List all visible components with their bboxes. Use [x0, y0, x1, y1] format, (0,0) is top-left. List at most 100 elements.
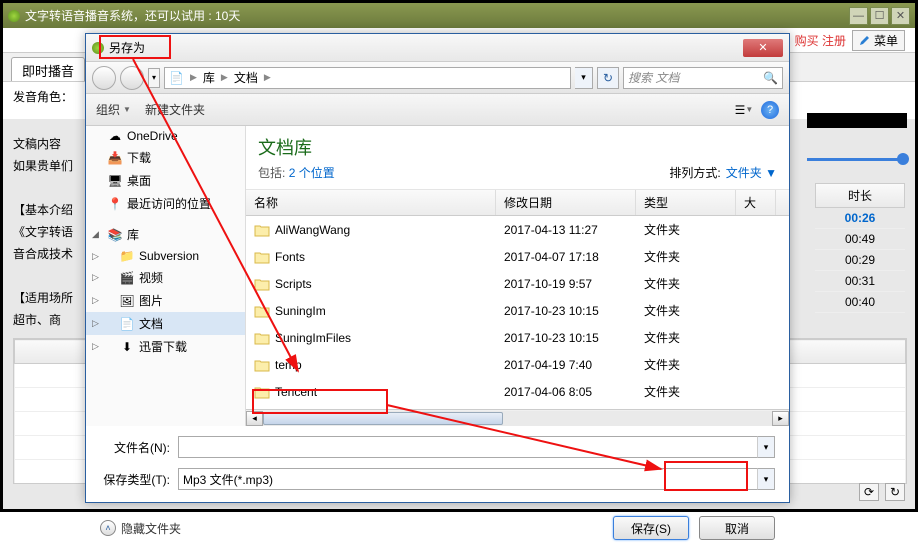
app-icon — [8, 10, 20, 22]
forward-button[interactable] — [120, 66, 144, 90]
breadcrumb[interactable]: 📄 ▶ 库 ▶ 文档 ▶ — [164, 67, 571, 89]
maximize-button[interactable]: ☐ — [870, 7, 889, 25]
back-button[interactable] — [92, 66, 116, 90]
scroll-thumb[interactable] — [263, 412, 503, 425]
sidebar-libraries[interactable]: ◢ 📚 库 — [86, 223, 245, 246]
nav-icon: 📁 — [120, 249, 134, 263]
sidebar-item[interactable]: ▷⬇迅雷下载 — [86, 335, 245, 358]
file-row[interactable]: SuningImFiles2017-10-23 10:15文件夹 — [246, 324, 789, 351]
organize-button[interactable]: 组织▼ — [96, 101, 131, 118]
nav-icon: ⬇ — [120, 340, 134, 354]
column-headers[interactable]: 名称 修改日期 类型 大 — [246, 190, 789, 216]
sidebar-item[interactable]: ▷📁Subversion — [86, 246, 245, 266]
scroll-left-button[interactable]: ◂ — [246, 411, 263, 426]
minimize-button[interactable]: — — [849, 7, 868, 25]
filename-label: 文件名(N): — [100, 439, 178, 456]
sidebar-item[interactable]: ▷🖼图片 — [86, 289, 245, 312]
sidebar-item[interactable]: ▷📄文档 — [86, 312, 245, 335]
horizontal-scrollbar[interactable]: ◂ ▸ — [246, 409, 789, 426]
file-row[interactable]: Fonts2017-04-07 17:18文件夹 — [246, 243, 789, 270]
sidebar-item[interactable]: ▷🎬视频 — [86, 266, 245, 289]
cancel-button[interactable]: 取消 — [699, 516, 775, 540]
breadcrumb-dropdown[interactable]: ▾ — [575, 67, 593, 89]
dialog-toolbar: 组织▼ 新建文件夹 ☰▼ ? — [86, 94, 789, 126]
dialog-close-button[interactable]: ✕ — [743, 39, 783, 57]
main-titlebar: 文字转语音播音系统，还可以试用 : 10天 — ☐ ✕ — [3, 3, 915, 28]
slider-thumb[interactable] — [897, 153, 909, 165]
chevron-right-icon: ▶ — [264, 72, 271, 83]
tab-instant-broadcast[interactable]: 即时播音 — [11, 57, 85, 81]
slider[interactable] — [807, 153, 907, 165]
sort-by-dropdown[interactable]: 文件夹 ▼ — [726, 164, 777, 181]
file-row[interactable]: AliWangWang2017-04-13 11:27文件夹 — [246, 216, 789, 243]
library-title: 文档库 — [258, 134, 335, 160]
filename-input[interactable] — [178, 436, 758, 458]
save-as-dialog: 另存为 ✕ ▾ 📄 ▶ 库 ▶ 文档 ▶ ▾ ↻ 搜索 文档 🔍 组织▼ 新建文… — [85, 33, 790, 503]
collapse-icon[interactable]: ◢ — [92, 229, 99, 240]
chevron-up-icon: ˄ — [100, 520, 116, 536]
filetype-select[interactable]: Mp3 文件(*.mp3) — [178, 468, 758, 490]
nav-icon: 📄 — [120, 317, 134, 331]
expand-icon[interactable]: ▷ — [92, 318, 99, 329]
folder-icon — [254, 223, 270, 237]
sidebar: ☁OneDrive📥下载🖥桌面📍最近访问的位置 ◢ 📚 库 ▷📁Subversi… — [86, 126, 246, 426]
app-title: 文字转语音播音系统，还可以试用 : 10天 — [25, 7, 240, 24]
nav-icon: 🖼 — [120, 294, 134, 308]
sidebar-item[interactable]: ☁OneDrive — [86, 126, 245, 146]
filetype-dropdown[interactable]: ▾ — [757, 468, 775, 490]
buy-register-link[interactable]: 购买 注册 — [795, 32, 846, 49]
content-text: 文稿内容 如果贵单们 【基本介绍《文字转语音合成技术 【适用场所超市、商 — [13, 133, 83, 331]
refresh-icon[interactable]: ⟳ — [859, 483, 879, 501]
file-row[interactable]: Tencent2017-04-06 8:05文件夹 — [246, 378, 789, 405]
nav-icon: 📍 — [108, 197, 122, 211]
folder-icon — [254, 331, 270, 345]
help-button[interactable]: ? — [761, 101, 779, 119]
refresh-button[interactable]: ↻ — [597, 67, 619, 89]
file-row[interactable]: SuningIm2017-10-23 10:15文件夹 — [246, 297, 789, 324]
file-list-panel: 文档库 包括: 2 个位置 排列方式: 文件夹 ▼ 名称 修改日期 类型 大 A… — [246, 126, 789, 426]
nav-icon: 🎬 — [120, 271, 134, 285]
expand-icon[interactable]: ▷ — [92, 341, 99, 352]
folder-icon — [254, 250, 270, 264]
file-row[interactable]: Scripts2017-10-19 9:57文件夹 — [246, 270, 789, 297]
scroll-right-button[interactable]: ▸ — [772, 411, 789, 426]
sidebar-item[interactable]: 📍最近访问的位置 — [86, 192, 245, 215]
folder-icon — [254, 385, 270, 399]
view-button[interactable]: ☰▼ — [733, 100, 755, 120]
history-dropdown[interactable]: ▾ — [148, 68, 160, 88]
nav-icon: ☁ — [108, 129, 122, 143]
library-icon: 📚 — [108, 228, 122, 242]
menu-button[interactable]: 菜单 — [852, 30, 905, 51]
filetype-label: 保存类型(T): — [100, 471, 178, 488]
folder-icon — [254, 304, 270, 318]
nav-icon: 🖥 — [108, 174, 122, 188]
sidebar-item[interactable]: 🖥桌面 — [86, 169, 245, 192]
new-folder-button[interactable]: 新建文件夹 — [145, 101, 205, 118]
search-input[interactable]: 搜索 文档 🔍 — [623, 67, 783, 89]
dialog-titlebar: 另存为 ✕ — [86, 34, 789, 62]
pencil-icon — [859, 34, 871, 46]
expand-icon[interactable]: ▷ — [92, 295, 99, 306]
folder-icon — [254, 277, 270, 291]
audio-indicator — [807, 113, 907, 128]
expand-icon[interactable]: ▷ — [92, 251, 99, 262]
filename-dropdown[interactable]: ▾ — [757, 436, 775, 458]
folder-icon — [254, 358, 270, 372]
hide-folders-link[interactable]: ˄ 隐藏文件夹 — [100, 520, 181, 537]
nav-icon: 📥 — [108, 151, 122, 165]
chevron-right-icon: ▶ — [221, 72, 228, 83]
close-button[interactable]: ✕ — [891, 7, 910, 25]
search-icon: 🔍 — [763, 71, 778, 85]
chevron-right-icon: ▶ — [190, 72, 197, 83]
sidebar-item[interactable]: 📥下载 — [86, 146, 245, 169]
chevron-down-icon: ▼ — [123, 105, 131, 114]
duration-column: 时长 00:2600:4900:2900:3100:40 — [815, 183, 905, 313]
expand-icon[interactable]: ▷ — [92, 272, 99, 283]
dialog-nav: ▾ 📄 ▶ 库 ▶ 文档 ▶ ▾ ↻ 搜索 文档 🔍 — [86, 62, 789, 94]
dialog-icon — [92, 42, 104, 54]
save-button[interactable]: 保存(S) — [613, 516, 689, 540]
reload-icon[interactable]: ↻ — [885, 483, 905, 501]
dialog-title: 另存为 — [109, 39, 145, 56]
locations-link[interactable]: 2 个位置 — [289, 166, 335, 180]
file-row[interactable]: temp2017-04-19 7:40文件夹 — [246, 351, 789, 378]
